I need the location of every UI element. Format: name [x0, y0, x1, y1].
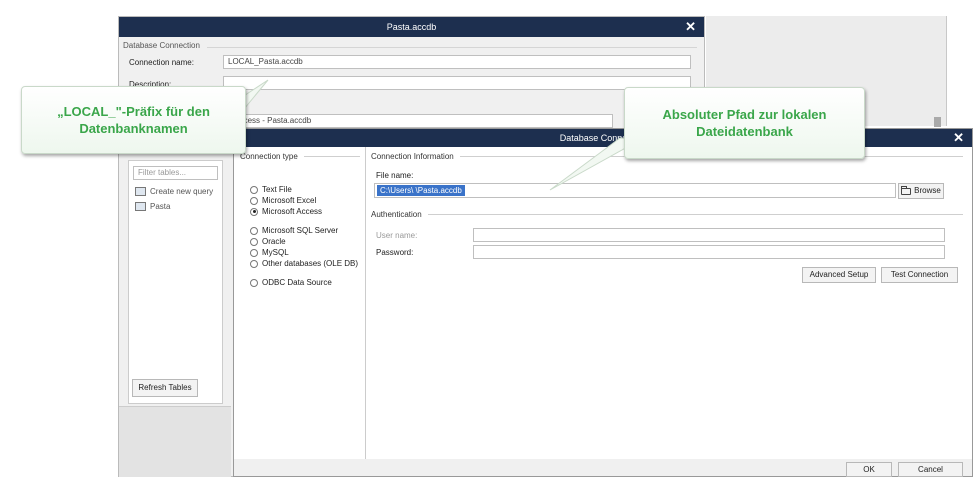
file-name-input[interactable]: C:\Users\ \Pasta.accdb	[374, 183, 896, 198]
close-icon[interactable]: ✕	[685, 17, 696, 37]
radio-label: Microsoft SQL Server	[262, 226, 339, 235]
radio-mysql[interactable]: MySQL	[250, 247, 289, 258]
cancel-button[interactable]: Cancel	[898, 462, 963, 477]
radio-text-file[interactable]: Text File	[250, 184, 292, 195]
radio-microsoft-excel[interactable]: Microsoft Excel	[250, 195, 316, 206]
database-connection-group-label: Database Connection	[123, 41, 200, 50]
radio-label: Text File	[262, 185, 292, 194]
authentication-heading: Authentication	[371, 210, 963, 219]
screenshot-stage: Pasta.accdb ✕ Database Connection Connec…	[0, 0, 973, 477]
connection-type-panel: Connection type Text File Microsoft Exce…	[234, 147, 366, 459]
group-divider	[207, 47, 697, 48]
tree-item-label: Create new query	[150, 187, 214, 196]
radio-label: ODBC Data Source	[262, 278, 332, 287]
tables-panel: Filter tables... Create new query Pasta	[128, 160, 223, 404]
database-connection-dialog: Database Connection ✕ Connection type Te…	[233, 128, 973, 477]
description-field[interactable]	[223, 76, 691, 90]
radio-label: Microsoft Excel	[262, 196, 317, 205]
file-name-label: File name:	[376, 171, 414, 180]
user-name-label: User name:	[376, 231, 418, 240]
radio-button[interactable]	[250, 259, 258, 268]
callout-local-prefix: „LOCAL_"-Präfix für den Datenbanknamen	[21, 86, 246, 154]
browse-label: Browse	[914, 186, 941, 195]
radio-microsoft-access[interactable]: Microsoft Access	[250, 206, 322, 217]
radio-label: Microsoft Access	[262, 207, 323, 216]
close-icon[interactable]: ✕	[953, 129, 964, 147]
user-name-input[interactable]	[473, 228, 945, 242]
tree-item-label: Pasta	[150, 202, 171, 211]
radio-oracle[interactable]: Oracle	[250, 236, 286, 247]
radio-label: Other databases (OLE DB)	[262, 259, 359, 268]
radio-button[interactable]	[250, 278, 258, 287]
connection-type-label: Connection type	[240, 152, 298, 161]
radio-button[interactable]	[250, 237, 258, 246]
radio-label: MySQL	[262, 248, 289, 257]
file-path-value: C:\Users\ \Pasta.accdb	[377, 185, 465, 196]
advanced-setup-button[interactable]: Advanced Setup	[802, 267, 876, 283]
radio-label: Oracle	[262, 237, 286, 246]
section-rule	[427, 214, 963, 215]
source-field[interactable]: ft Access - Pasta.accdb	[223, 114, 613, 128]
window-divider	[946, 16, 947, 126]
connection-info-panel: Connection Information File name: C:\Use…	[366, 147, 972, 459]
callout-absolute-path: Absoluter Pfad zur lokalen Dateidatenban…	[624, 87, 865, 159]
test-connection-button[interactable]: Test Connection	[881, 267, 958, 283]
tree-item-create-query[interactable]: Create new query	[135, 187, 213, 196]
radio-button-selected[interactable]	[250, 207, 258, 216]
radio-ole-db[interactable]: Other databases (OLE DB)	[250, 258, 358, 269]
radio-button[interactable]	[250, 185, 258, 194]
pasta-window-title: Pasta.accdb	[386, 22, 437, 32]
radio-button[interactable]	[250, 248, 258, 257]
connection-information-label: Connection Information	[371, 152, 454, 161]
connection-name-label: Connection name:	[129, 58, 194, 67]
authentication-label: Authentication	[371, 210, 422, 219]
pasta-window-titlebar: Pasta.accdb ✕	[119, 17, 704, 37]
ok-button[interactable]: OK	[846, 462, 892, 477]
tree-item-pasta[interactable]: Pasta	[135, 202, 170, 211]
scrollbar-thumb[interactable]	[934, 117, 941, 127]
password-input[interactable]	[473, 245, 945, 259]
folder-icon	[901, 185, 912, 195]
connection-name-field[interactable]: LOCAL_Pasta.accdb	[223, 55, 691, 69]
radio-sql-server[interactable]: Microsoft SQL Server	[250, 225, 338, 236]
browse-button[interactable]: Browse	[898, 183, 944, 199]
radio-odbc[interactable]: ODBC Data Source	[250, 277, 332, 288]
connection-type-heading: Connection type	[240, 152, 360, 161]
query-icon	[135, 187, 146, 196]
section-rule	[303, 156, 360, 157]
refresh-tables-button[interactable]: Refresh Tables	[132, 379, 198, 397]
back-window-bottom-area	[119, 406, 231, 477]
table-icon	[135, 202, 146, 211]
password-label: Password:	[376, 248, 414, 257]
filter-tables-input[interactable]: Filter tables...	[133, 166, 218, 180]
radio-button[interactable]	[250, 196, 258, 205]
radio-button[interactable]	[250, 226, 258, 235]
